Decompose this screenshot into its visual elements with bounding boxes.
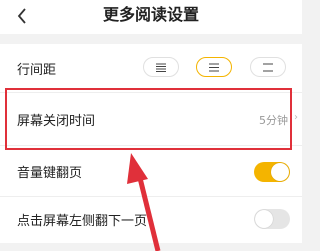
tap-left-flip-label: 点击屏幕左侧翻下一页 bbox=[17, 214, 148, 229]
highlight-box bbox=[5, 88, 292, 150]
line-spacing-label: 行间距 bbox=[17, 63, 57, 78]
page-title: 更多阅读设置 bbox=[102, 5, 199, 24]
volume-key-flip-row: 音量键翻页 bbox=[0, 146, 302, 196]
header-bar: 更多阅读设置 bbox=[0, 0, 302, 34]
toggle-knob bbox=[271, 163, 289, 181]
chevron-right-icon: › bbox=[294, 112, 298, 123]
line-spacing-wide-button[interactable] bbox=[250, 57, 286, 77]
tap-left-flip-toggle[interactable] bbox=[254, 209, 290, 229]
line-spacing-tight-button[interactable] bbox=[143, 57, 179, 77]
line-spacing-tight-icon bbox=[156, 63, 166, 72]
volume-key-flip-toggle[interactable] bbox=[254, 162, 290, 182]
toggle-knob bbox=[255, 210, 273, 228]
volume-key-flip-label: 音量键翻页 bbox=[17, 166, 83, 181]
tap-left-flip-row: 点击屏幕左侧翻下一页 bbox=[0, 197, 302, 243]
line-spacing-medium-button[interactable] bbox=[196, 57, 232, 77]
line-spacing-medium-icon bbox=[209, 63, 219, 71]
line-spacing-row: 行间距 bbox=[0, 44, 302, 92]
line-spacing-wide-icon bbox=[263, 63, 273, 71]
